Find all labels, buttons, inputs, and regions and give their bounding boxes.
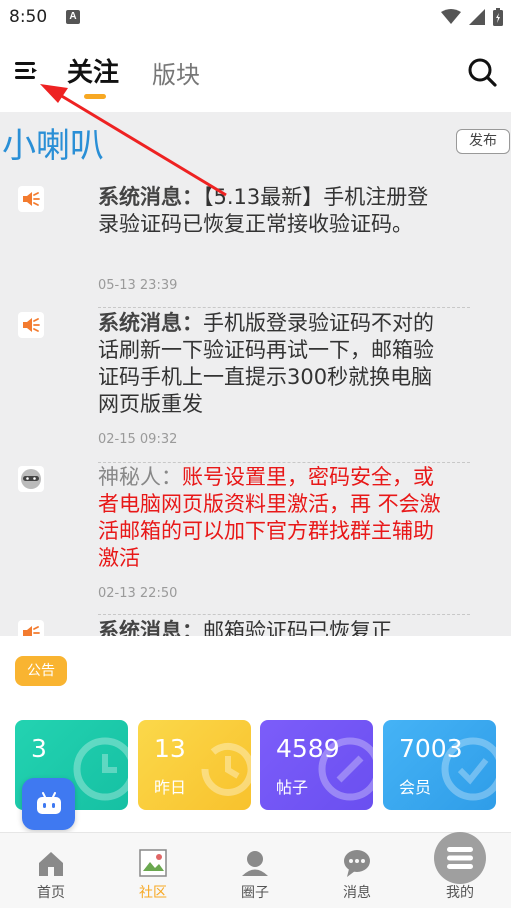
tab-follow[interactable]: 关注 — [67, 52, 119, 89]
notice-chip[interactable]: 公告 — [15, 656, 67, 686]
active-tab-indicator — [84, 94, 106, 99]
announcement-item[interactable]: 系统消息：邮箱验证码已恢复正 — [16, 618, 471, 636]
divider — [98, 614, 470, 615]
panel-title: 小喇叭 — [2, 126, 104, 166]
announcement-item[interactable]: 神秘人：账号设置里，密码安全，或者电脑网页版资料里激活，再 不会激活邮箱的可以加… — [16, 464, 471, 604]
nav-label: 圈子 — [241, 885, 269, 901]
nav-label: 消息 — [343, 885, 371, 901]
home-icon — [39, 852, 63, 876]
stat-label: 帖子 — [276, 778, 309, 797]
announcement-panel: 小喇叭 发布 系统消息：【5.13最新】手机注册登录验证码已恢复正常接收验证码。… — [0, 112, 511, 636]
search-button[interactable] — [467, 57, 497, 87]
nav-circles[interactable]: 圈子 — [204, 833, 306, 908]
nav-label: 我的 — [446, 885, 474, 901]
speaker-icon — [18, 186, 44, 212]
search-icon — [468, 58, 497, 87]
top-header: 关注 版块 — [0, 36, 511, 112]
stat-label: 会员 — [399, 778, 432, 797]
menu-icon — [15, 62, 37, 79]
speaker-icon — [18, 312, 44, 338]
history-icon — [201, 742, 251, 796]
status-time: 8:50 — [9, 7, 48, 27]
announcement-text: 系统消息：【5.13最新】手机注册登录验证码已恢复正常接收验证码。 — [98, 184, 448, 238]
announcement-time: 05-13 23:39 — [98, 278, 178, 293]
mystery-avatar-icon — [18, 466, 44, 492]
nav-label: 社区 — [139, 885, 167, 901]
wifi-icon — [441, 9, 461, 24]
stats-cards: 3 今日 13 昨日 4589 帖子 7003 会员 — [0, 706, 511, 832]
divider — [98, 307, 470, 308]
announcement-text: 神秘人：账号设置里，密码安全，或者电脑网页版资料里激活，再 不会激活邮箱的可以加… — [98, 464, 448, 572]
stat-value: 3 — [31, 734, 47, 763]
robot-assistant-button[interactable] — [22, 778, 75, 830]
announcement-sender: 系统消息： — [98, 185, 203, 209]
stat-value: 7003 — [399, 734, 463, 763]
stat-label: 昨日 — [154, 778, 187, 797]
announcement-body: 邮箱验证码已恢复正 — [203, 619, 392, 636]
announcement-sender: 神秘人： — [98, 465, 182, 489]
menu-toggle-button[interactable] — [14, 58, 40, 82]
notice-area: 公告 — [0, 636, 511, 706]
status-bar: 8:50 A — [0, 0, 511, 36]
image-placeholder-icon — [139, 849, 167, 877]
announcement-text: 系统消息：手机版登录验证码不对的话刷新一下验证码再试一下，邮箱验证码手机上一直提… — [98, 310, 448, 418]
circles-icon — [242, 851, 268, 876]
nav-label: 首页 — [37, 885, 65, 901]
system-icons — [441, 8, 503, 26]
mine-icon[interactable] — [434, 832, 486, 884]
stat-value: 4589 — [276, 734, 340, 763]
stat-card-posts[interactable]: 4589 帖子 — [260, 720, 373, 810]
bottom-navigation: 首页 社区 圈子 消息 我的 — [0, 832, 511, 908]
post-button[interactable]: 发布 — [456, 129, 510, 154]
robot-icon — [36, 792, 61, 814]
stat-card-members[interactable]: 7003 会员 — [383, 720, 496, 810]
announcement-sender: 系统消息： — [98, 619, 203, 636]
clock-icon — [73, 737, 128, 801]
signal-icon — [469, 9, 485, 25]
app-screen: 8:50 A 关注 版块 小喇叭 发布 系统消息：【5.13最新】手机注册登录验… — [0, 0, 511, 908]
nav-messages[interactable]: 消息 — [306, 833, 408, 908]
nav-home[interactable]: 首页 — [0, 833, 102, 908]
announcement-time: 02-13 22:50 — [98, 586, 178, 601]
battery-icon — [493, 8, 503, 26]
announcement-item[interactable]: 系统消息：【5.13最新】手机注册登录验证码已恢复正常接收验证码。 05-13 … — [16, 184, 471, 294]
stat-card-yesterday[interactable]: 13 昨日 — [138, 720, 251, 810]
announcement-item[interactable]: 系统消息：手机版登录验证码不对的话刷新一下验证码再试一下，邮箱验证码手机上一直提… — [16, 310, 471, 450]
speaker-icon — [18, 620, 44, 636]
announcement-time: 02-15 09:32 — [98, 432, 178, 447]
announcement-text: 系统消息：邮箱验证码已恢复正 — [98, 618, 468, 636]
nav-community[interactable]: 社区 — [102, 833, 204, 908]
announcement-sender: 系统消息： — [98, 311, 203, 335]
notification-a-icon: A — [66, 10, 80, 24]
stat-value: 13 — [154, 734, 186, 763]
chat-bubble-icon — [344, 850, 370, 877]
divider — [98, 462, 470, 463]
tab-sections[interactable]: 版块 — [152, 55, 200, 90]
